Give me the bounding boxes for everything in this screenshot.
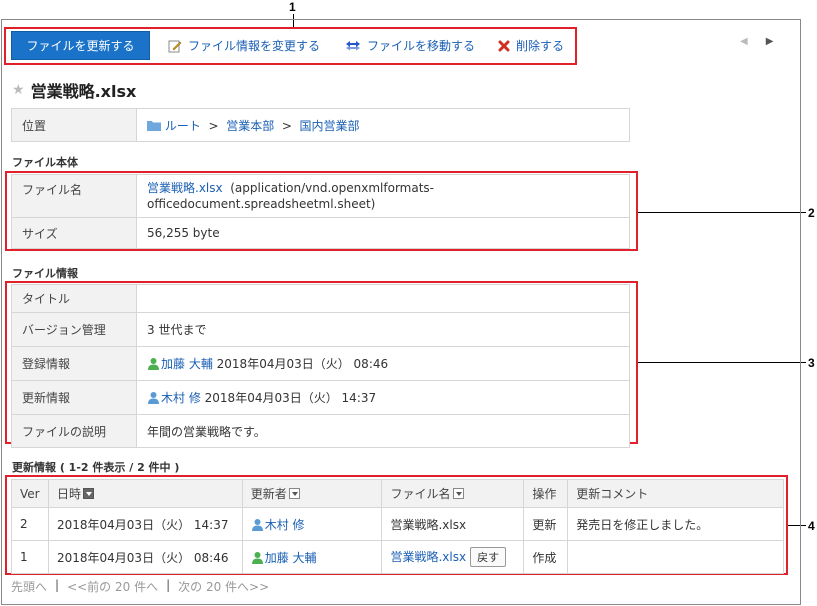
change-info-label: ファイル情報を変更する — [188, 39, 321, 53]
file-download-link[interactable]: 営業戦略.xlsx — [147, 181, 223, 195]
row-user-link[interactable]: 木村 修 — [265, 518, 305, 532]
col-updater[interactable]: 更新者 — [241, 479, 383, 508]
file-info-table: タイトル バージョン管理 3 世代まで 登録情報 加藤 大輔 2018年04月0… — [11, 284, 630, 448]
user-icon — [148, 358, 159, 370]
move-file-button[interactable]: ファイルを移動する — [345, 37, 475, 54]
callout-4: 4 — [808, 519, 815, 533]
updated-user-link[interactable]: 木村 修 — [161, 391, 201, 405]
pager-next: 次の 20 件へ>> — [178, 580, 270, 594]
row-file-link[interactable]: 営業戦略.xlsx — [390, 550, 466, 564]
pager-prev: <<前の 20 件へ — [67, 580, 159, 594]
col-datetime-label: 日時 — [56, 487, 81, 501]
col-filename-label: ファイル名 — [390, 487, 451, 501]
breadcrumb-sep-2: > — [281, 118, 292, 133]
edit-icon — [168, 39, 182, 53]
col-filename[interactable]: ファイル名 — [381, 479, 525, 508]
pager-first: 先頭へ — [11, 580, 48, 594]
user-icon — [251, 518, 263, 531]
move-arrows-icon — [345, 40, 361, 52]
callout-2: 2 — [808, 206, 815, 220]
file-title-row: ★ 営業戦略.xlsx — [12, 78, 136, 102]
mime-type-line-1: (application/vnd.openxmlformats- — [230, 181, 434, 195]
row-user-link[interactable]: 加藤 大輔 — [265, 551, 317, 565]
registered-cell: 加藤 大輔 2018年04月03日（火） 08:46 — [136, 346, 630, 381]
row-op: 作成 — [523, 540, 569, 574]
row-op: 更新 — [523, 507, 569, 541]
move-file-label: ファイルを移動する — [367, 39, 476, 53]
updated-cell: 木村 修 2018年04月03日（火） 14:37 — [136, 380, 630, 415]
delete-label: 削除する — [516, 39, 565, 53]
favorite-star-icon[interactable]: ★ — [12, 82, 25, 98]
location-table: 位置 ルート > 営業本部 > 国内営業部 — [11, 108, 630, 142]
breadcrumb-sep-1: > — [208, 118, 219, 133]
title-label: タイトル — [11, 284, 137, 313]
col-datetime[interactable]: 日時 — [47, 479, 243, 508]
sort-desc-icon[interactable] — [83, 488, 94, 499]
sort-icon[interactable] — [452, 488, 464, 499]
pager-sep-1: | — [55, 578, 60, 592]
description-value: 年間の営業戦略です。 — [136, 414, 630, 448]
item-nav: ◀ ▶ — [740, 36, 773, 47]
size-value: 56,255 byte — [136, 217, 630, 249]
location-breadcrumb: ルート > 営業本部 > 国内営業部 — [136, 108, 630, 142]
page-title: 営業戦略.xlsx — [30, 82, 137, 101]
delete-button[interactable]: 削除する — [498, 37, 564, 54]
row-ver: 2 — [11, 507, 49, 541]
next-item-icon[interactable]: ▶ — [766, 36, 774, 47]
delete-x-icon — [498, 40, 510, 52]
registered-label: 登録情報 — [11, 346, 137, 381]
breadcrumb-root[interactable]: ルート — [165, 119, 201, 133]
file-name-label: ファイル名 — [11, 174, 137, 218]
table-row: 1 2018年04月03日（火） 08:46 加藤 大輔 営業戦略.xlsx 戻す… — [11, 540, 784, 574]
row-date: 2018年04月03日（火） 14:37 — [47, 507, 243, 541]
location-label: 位置 — [11, 108, 137, 142]
title-value — [136, 284, 630, 313]
row-user: 加藤 大輔 — [241, 540, 383, 574]
history-table: Ver 日時 更新者 ファイル名 操作 更新コメント 2 2018年04月03日… — [11, 479, 784, 574]
pager: 先頭へ | <<前の 20 件へ | 次の 20 件へ>> — [11, 578, 269, 595]
file-info-heading: ファイル情報 — [12, 267, 78, 280]
row-comment — [567, 540, 784, 574]
row-comment: 発売日を修正しました。 — [567, 507, 784, 541]
file-body-heading: ファイル本体 — [12, 156, 78, 169]
breadcrumb-folder-2[interactable]: 国内営業部 — [300, 119, 360, 133]
updated-label: 更新情報 — [11, 380, 137, 415]
col-updater-label: 更新者 — [250, 487, 287, 501]
col-comment: 更新コメント — [567, 479, 784, 508]
updated-date: 2018年04月03日（火） 14:37 — [204, 391, 377, 405]
row-file: 営業戦略.xlsx — [381, 507, 525, 541]
description-label: ファイルの説明 — [11, 414, 137, 448]
history-header-row: Ver 日時 更新者 ファイル名 操作 更新コメント — [11, 479, 784, 508]
callout-3: 3 — [808, 356, 815, 370]
row-user: 木村 修 — [241, 507, 383, 541]
folder-icon — [147, 120, 161, 131]
file-body-table: ファイル名 営業戦略.xlsx (application/vnd.openxml… — [11, 174, 630, 249]
prev-item-icon[interactable]: ◀ — [740, 36, 748, 47]
row-date: 2018年04月03日（火） 08:46 — [47, 540, 243, 574]
size-label: サイズ — [11, 217, 137, 249]
registered-date: 2018年04月03日（火） 08:46 — [216, 357, 389, 371]
row-file: 営業戦略.xlsx 戻す — [381, 540, 525, 574]
breadcrumb-folder-1[interactable]: 営業本部 — [226, 119, 274, 133]
user-icon — [148, 392, 159, 404]
change-info-button[interactable]: ファイル情報を変更する — [168, 37, 320, 54]
revert-button[interactable]: 戻す — [470, 547, 507, 567]
mime-type-line-2: officedocument.spreadsheetml.sheet) — [147, 197, 376, 211]
history-heading: 更新情報 ( 1-2 件表示 / 2 件中 ) — [12, 461, 180, 474]
file-name-cell: 営業戦略.xlsx (application/vnd.openxmlformat… — [136, 174, 630, 218]
col-operation: 操作 — [523, 479, 569, 508]
table-row: 2 2018年04月03日（火） 14:37 木村 修 営業戦略.xlsx 更新… — [11, 507, 784, 541]
callout-1: 1 — [289, 0, 296, 14]
version-label: バージョン管理 — [11, 312, 137, 347]
sort-icon[interactable] — [288, 488, 300, 499]
user-icon — [251, 551, 263, 564]
update-file-button[interactable]: ファイルを更新する — [11, 31, 150, 60]
version-value: 3 世代まで — [136, 312, 630, 347]
col-ver: Ver — [11, 479, 49, 508]
pager-sep-2: | — [166, 578, 171, 592]
registered-user-link[interactable]: 加藤 大輔 — [161, 357, 213, 371]
row-ver: 1 — [11, 540, 49, 574]
